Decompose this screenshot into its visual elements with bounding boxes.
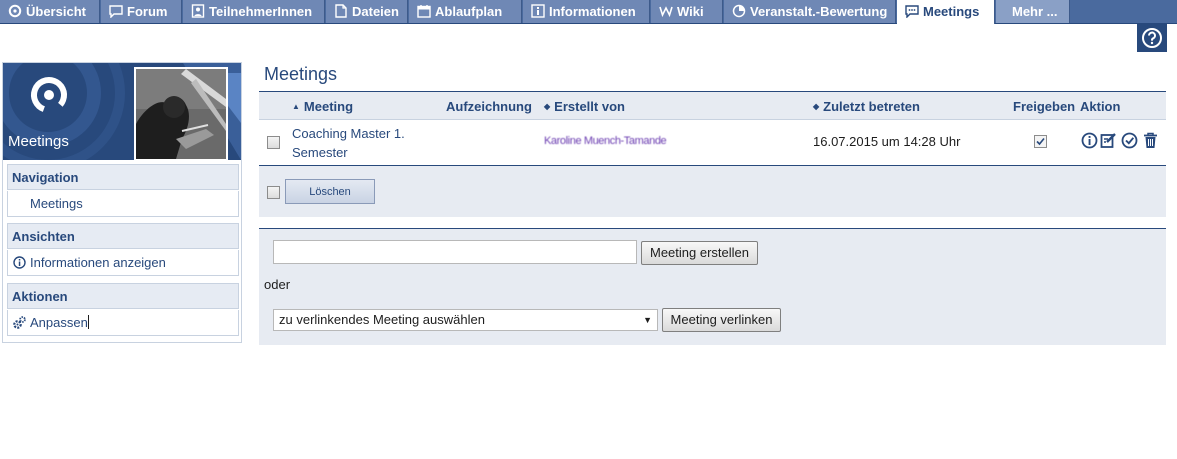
tab-label: Meetings	[923, 4, 980, 19]
sort-asc-icon: ▲	[292, 102, 300, 111]
table-header: ▲ Meeting Aufzeichnung ◆ Erstellt von ◆ Zul…	[259, 91, 1166, 120]
tab-participants[interactable]: TeilnehmerInnen	[183, 0, 325, 23]
sidebar-title: Meetings	[8, 133, 69, 150]
column-header-created-by[interactable]: ◆ Erstellt von	[544, 99, 625, 114]
sidebar-heading-views: Ansichten	[7, 223, 239, 249]
create-meeting-button[interactable]: Meeting erstellen	[641, 241, 758, 265]
tab-meetings[interactable]: Meetings	[897, 0, 995, 24]
trash-icon[interactable]	[1142, 132, 1159, 149]
meeting-name-input[interactable]	[273, 240, 637, 264]
column-header-share: Freigeben	[1013, 99, 1076, 114]
delete-button[interactable]: Löschen	[285, 179, 375, 204]
tab-evaluation[interactable]: Veranstalt.-Bewertung	[724, 0, 896, 23]
edit-icon[interactable]	[1100, 132, 1117, 149]
evaluation-icon	[732, 4, 746, 18]
tab-information[interactable]: Informationen	[523, 0, 650, 23]
column-header-action: Aktion	[1080, 99, 1121, 114]
tab-label: Veranstalt.-Bewertung	[750, 4, 888, 19]
sidebar-item-customize[interactable]: Anpassen	[7, 310, 239, 336]
meeting-link[interactable]: Coaching Master 1. Semester	[292, 124, 422, 162]
column-header-last-entered[interactable]: ◆ Zuletzt betreten	[813, 99, 920, 114]
tab-forum[interactable]: Forum	[101, 0, 182, 23]
tab-label: TeilnehmerInnen	[209, 4, 313, 19]
tab-label: Dateien	[352, 4, 399, 19]
share-checkbox[interactable]	[1034, 135, 1047, 148]
sidebar-item-label: Meetings	[30, 196, 83, 211]
chevron-down-icon: ▼	[643, 315, 652, 325]
meetings-logo-icon	[31, 77, 67, 113]
sidebar-item-label: Informationen anzeigen	[30, 255, 166, 270]
sidebar-heading-actions: Aktionen	[7, 283, 239, 309]
sidebar-heading-navigation: Navigation	[7, 164, 239, 190]
tab-label: Übersicht	[26, 4, 86, 19]
tab-label: Wiki	[677, 4, 704, 19]
tab-files[interactable]: Dateien	[326, 0, 408, 23]
column-header-recording: Aufzeichnung	[446, 99, 532, 114]
info-icon	[13, 256, 26, 269]
check-icon[interactable]	[1121, 132, 1138, 149]
meetings-table: ▲ Meeting Aufzeichnung ◆ Erstellt von ◆ Zul…	[259, 91, 1166, 217]
sidebar-header: Meetings	[3, 63, 241, 160]
creator-name[interactable]: Karoline Muench-Tamande	[544, 135, 667, 147]
checkmark-icon	[1036, 137, 1045, 146]
sort-both-icon: ◆	[813, 102, 820, 111]
sidebar-item-show-information[interactable]: Informationen anzeigen	[7, 250, 239, 276]
meetings-icon	[905, 5, 919, 18]
create-meeting-panel: Meeting erstellen oder zu verlinkendes M…	[259, 228, 1166, 345]
tab-label: Mehr ...	[1012, 4, 1058, 19]
select-value: zu verlinkendes Meeting auswählen	[279, 312, 485, 327]
row-select-checkbox[interactable]	[267, 136, 280, 149]
table-row: Coaching Master 1. Semester Karoline Mue…	[259, 120, 1166, 166]
schedule-icon	[417, 5, 431, 18]
sidebar-item-meetings[interactable]: Meetings	[7, 191, 239, 217]
course-tab-bar: Übersicht Forum TeilnehmerInnen Dateien …	[0, 0, 1177, 24]
tab-label: Ablaufplan	[435, 4, 503, 19]
or-label: oder	[264, 277, 291, 292]
link-meeting-select[interactable]: zu verlinkendes Meeting auswählen ▼	[273, 309, 658, 331]
page-title: Meetings	[264, 64, 338, 84]
files-icon	[335, 4, 347, 18]
info-icon[interactable]	[1081, 132, 1098, 149]
sidebar: Meetings Navigation Meetings Ansichten I…	[2, 62, 242, 343]
select-all-checkbox[interactable]	[267, 186, 280, 199]
gears-icon	[13, 316, 26, 329]
help-icon	[1142, 28, 1162, 48]
overview-icon	[8, 4, 22, 18]
tab-more[interactable]: Mehr ...	[996, 0, 1070, 23]
column-header-meeting[interactable]: ▲ Meeting	[292, 99, 353, 114]
tab-label: Forum	[127, 4, 168, 19]
avatar	[134, 67, 228, 160]
participants-icon	[191, 4, 205, 18]
wiki-icon	[659, 6, 673, 18]
last-entered-value: 16.07.2015 um 14:28 Uhr	[813, 134, 961, 149]
text-cursor	[87, 315, 89, 329]
forum-icon	[109, 5, 123, 18]
tab-label: Informationen	[549, 4, 636, 19]
sort-both-icon: ◆	[544, 102, 551, 111]
link-meeting-button[interactable]: Meeting verlinken	[662, 308, 781, 332]
tab-schedule[interactable]: Ablaufplan	[409, 0, 522, 23]
sidebar-item-label: Anpassen	[30, 315, 88, 330]
tab-wiki[interactable]: Wiki	[651, 0, 723, 23]
tab-overview[interactable]: Übersicht	[0, 0, 100, 23]
info-icon	[531, 4, 545, 18]
help-button[interactable]	[1137, 24, 1167, 52]
avatar-photo	[136, 69, 226, 159]
